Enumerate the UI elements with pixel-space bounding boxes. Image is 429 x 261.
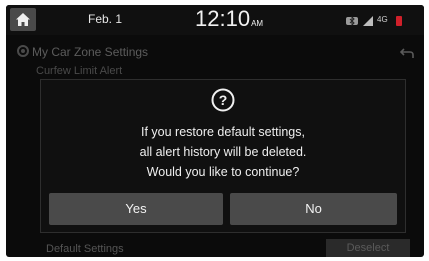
home-button[interactable] — [10, 8, 36, 31]
clock-time: 12:10 — [195, 6, 251, 31]
dialog-message: If you restore default settings, all ale… — [41, 122, 405, 182]
background-title: My Car Zone Settings — [32, 45, 149, 59]
settings-gear-icon — [17, 45, 29, 57]
lte-icon: 4G — [377, 15, 388, 24]
confirm-dialog: ? If you restore default settings, all a… — [40, 79, 406, 233]
background-footer: Default Settings Deselect — [6, 239, 424, 257]
background-row-curfew: Curfew Limit Alert — [36, 65, 123, 77]
status-bar: Feb. 1 12:10AM 4G — [6, 5, 424, 35]
clock: 12:10AM — [195, 6, 263, 32]
bluetooth-icon — [346, 14, 358, 32]
deselect-label: Deselect — [346, 242, 390, 254]
signal-icon — [362, 14, 374, 32]
default-settings-button: Default Settings — [46, 243, 124, 255]
date-label: Feb. 1 — [88, 12, 123, 26]
battery-icon — [395, 14, 403, 32]
svg-text:?: ? — [219, 92, 228, 108]
dialog-line-2: all alert history will be deleted. — [139, 145, 307, 159]
question-icon: ? — [211, 88, 235, 112]
yes-button[interactable]: Yes — [49, 193, 223, 225]
dialog-line-1: If you restore default settings, — [141, 125, 305, 139]
no-button[interactable]: No — [230, 193, 397, 225]
home-icon — [16, 13, 30, 26]
back-icon[interactable] — [400, 47, 414, 59]
screen: Feb. 1 12:10AM 4G My Car Zone Settings C… — [6, 5, 424, 257]
clock-ampm: AM — [251, 19, 264, 28]
deselect-button: Deselect — [326, 239, 410, 257]
dialog-line-3: Would you like to continue? — [146, 165, 300, 179]
